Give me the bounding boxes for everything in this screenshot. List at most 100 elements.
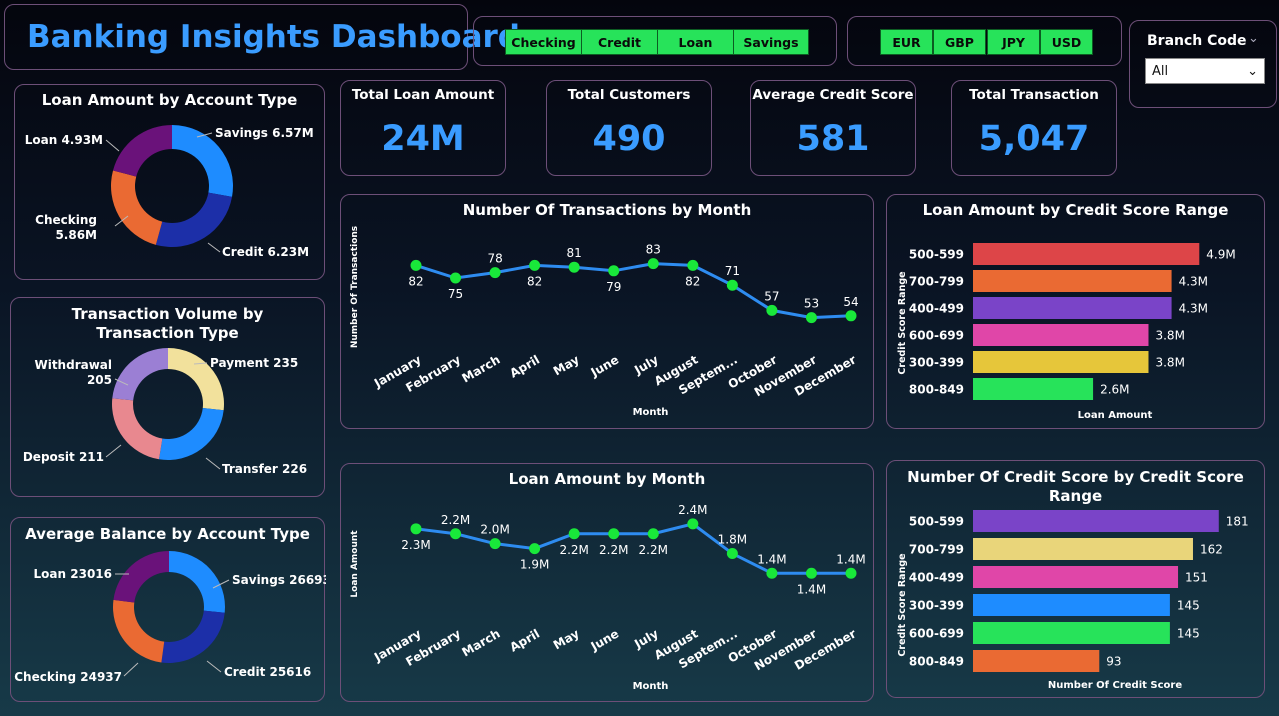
kpi-total-transaction: Total Transaction 5,047	[951, 80, 1117, 176]
bar	[973, 243, 1200, 265]
data-point	[845, 310, 857, 322]
category-label: 800-849	[909, 655, 964, 669]
data-label: 54	[843, 295, 858, 309]
category-label: 500-599	[909, 248, 964, 262]
branch-code-value: All	[1152, 64, 1169, 79]
leader-line	[123, 662, 139, 677]
dashboard-title: Banking Insights Dashboard	[27, 19, 520, 55]
branch-code-label: Branch Code	[1147, 33, 1247, 49]
x-axis-title: Month	[633, 407, 669, 418]
savings-button[interactable]: Savings	[733, 29, 809, 55]
data-point	[687, 518, 699, 530]
credit-button[interactable]: Credit	[581, 29, 658, 55]
gbp-button[interactable]: GBP	[933, 29, 986, 55]
data-point	[726, 279, 738, 291]
data-label: 151	[1185, 571, 1208, 585]
data-label: 2.6M	[1100, 383, 1129, 397]
data-label: 1.4M	[757, 552, 786, 566]
count-score-panel: Number Of Credit Score by Credit Score R…	[886, 460, 1265, 698]
y-axis-title: Credit Score Range	[897, 271, 908, 374]
data-label: 93	[1106, 655, 1121, 669]
chevron-down-icon[interactable]: ⌄	[1248, 31, 1259, 46]
kpi-value: 5,047	[978, 119, 1090, 159]
branch-code-select[interactable]: All ⌄	[1145, 58, 1265, 84]
slice-label: Savings 26693	[232, 573, 326, 587]
x-tick-label: April	[507, 626, 542, 654]
data-label: 82	[408, 274, 423, 288]
category-label: 300-399	[909, 356, 964, 370]
slice-label: Withdrawal	[34, 358, 112, 372]
kpi-label: Total Loan Amount	[351, 87, 495, 103]
bar	[973, 510, 1219, 532]
slice-label: 5.86M	[55, 228, 97, 242]
leader-line	[205, 457, 221, 470]
category-label: 500-599	[909, 515, 964, 529]
data-point	[529, 259, 541, 271]
leader-line	[105, 444, 122, 458]
jpy-button[interactable]: JPY	[987, 29, 1040, 55]
category-label: 400-499	[909, 571, 964, 585]
data-point	[410, 259, 422, 271]
donut-slice-credit	[161, 610, 225, 663]
category-label: 600-699	[909, 329, 964, 343]
donut-slice-transfer	[159, 407, 224, 460]
x-tick-label: April	[507, 352, 542, 380]
txn-volume-panel: Transaction Volume by Transaction Type P…	[10, 297, 325, 497]
x-axis-title: Month	[633, 681, 669, 692]
slice-label: Loan 23016	[34, 567, 112, 581]
txn-month-panel: Number Of Transactions by Month 82 Januar…	[340, 194, 874, 429]
data-label: 79	[606, 280, 621, 294]
data-label: 3.8M	[1155, 356, 1184, 370]
x-axis-title: Loan Amount	[1078, 410, 1153, 421]
category-label: 700-799	[909, 543, 964, 557]
donut-slice-withdrawal	[112, 348, 168, 401]
loan-button[interactable]: Loan	[657, 29, 734, 55]
data-label: 3.8M	[1155, 329, 1184, 343]
data-point	[608, 528, 620, 540]
data-label: 81	[567, 246, 582, 260]
leader-line	[105, 139, 120, 152]
checking-button[interactable]: Checking	[505, 29, 582, 55]
donut-slice-checking	[113, 599, 165, 663]
eur-button[interactable]: EUR	[880, 29, 933, 55]
slice-label: Credit 6.23M	[222, 245, 309, 259]
bar	[973, 594, 1170, 616]
data-point	[845, 567, 857, 579]
data-label: 145	[1177, 599, 1200, 613]
data-point	[450, 272, 462, 284]
data-point	[647, 528, 659, 540]
data-point	[766, 567, 778, 579]
avg-balance-panel: Average Balance by Account Type Savings …	[10, 517, 326, 702]
category-label: 400-499	[909, 302, 964, 316]
data-point	[410, 523, 422, 535]
leader-line	[206, 660, 222, 673]
data-point	[805, 567, 817, 579]
data-label: 1.9M	[520, 558, 549, 572]
slice-label: Credit 25616	[224, 665, 311, 679]
txn-volume-donut: Payment 235 Transfer 226 Deposit 211 Withdr…	[23, 348, 307, 476]
bar	[973, 378, 1094, 400]
usd-button[interactable]: USD	[1040, 29, 1093, 55]
bar	[973, 566, 1179, 588]
x-tick-label: March	[460, 352, 503, 385]
donut-slice-loan	[113, 551, 169, 603]
data-point	[529, 543, 541, 555]
avg-balance-donut: Savings 26693 Credit 25616 Checking 24937 L…	[14, 551, 326, 684]
data-point	[647, 258, 659, 270]
data-point	[608, 265, 620, 277]
data-point	[568, 528, 580, 540]
data-label: 1.4M	[836, 552, 865, 566]
data-label: 82	[527, 274, 542, 288]
leader-line	[207, 242, 221, 253]
count-score-chart: 500-599 181 700-799 162 400-499 151 300-399 145…	[897, 510, 1249, 691]
loan-by-account-panel: Loan Amount by Account Type Savings 6.57…	[14, 84, 325, 280]
slice-label: Savings 6.57M	[215, 126, 314, 140]
dropdown-arrow-icon: ⌄	[1247, 64, 1258, 79]
slice-label: Checking	[35, 213, 97, 227]
bar	[973, 538, 1193, 560]
kpi-label: Total Customers	[567, 87, 691, 103]
category-label: 700-799	[909, 275, 964, 289]
slice-label: Transfer 226	[222, 462, 307, 476]
data-point	[489, 267, 501, 279]
data-label: 162	[1200, 543, 1223, 557]
